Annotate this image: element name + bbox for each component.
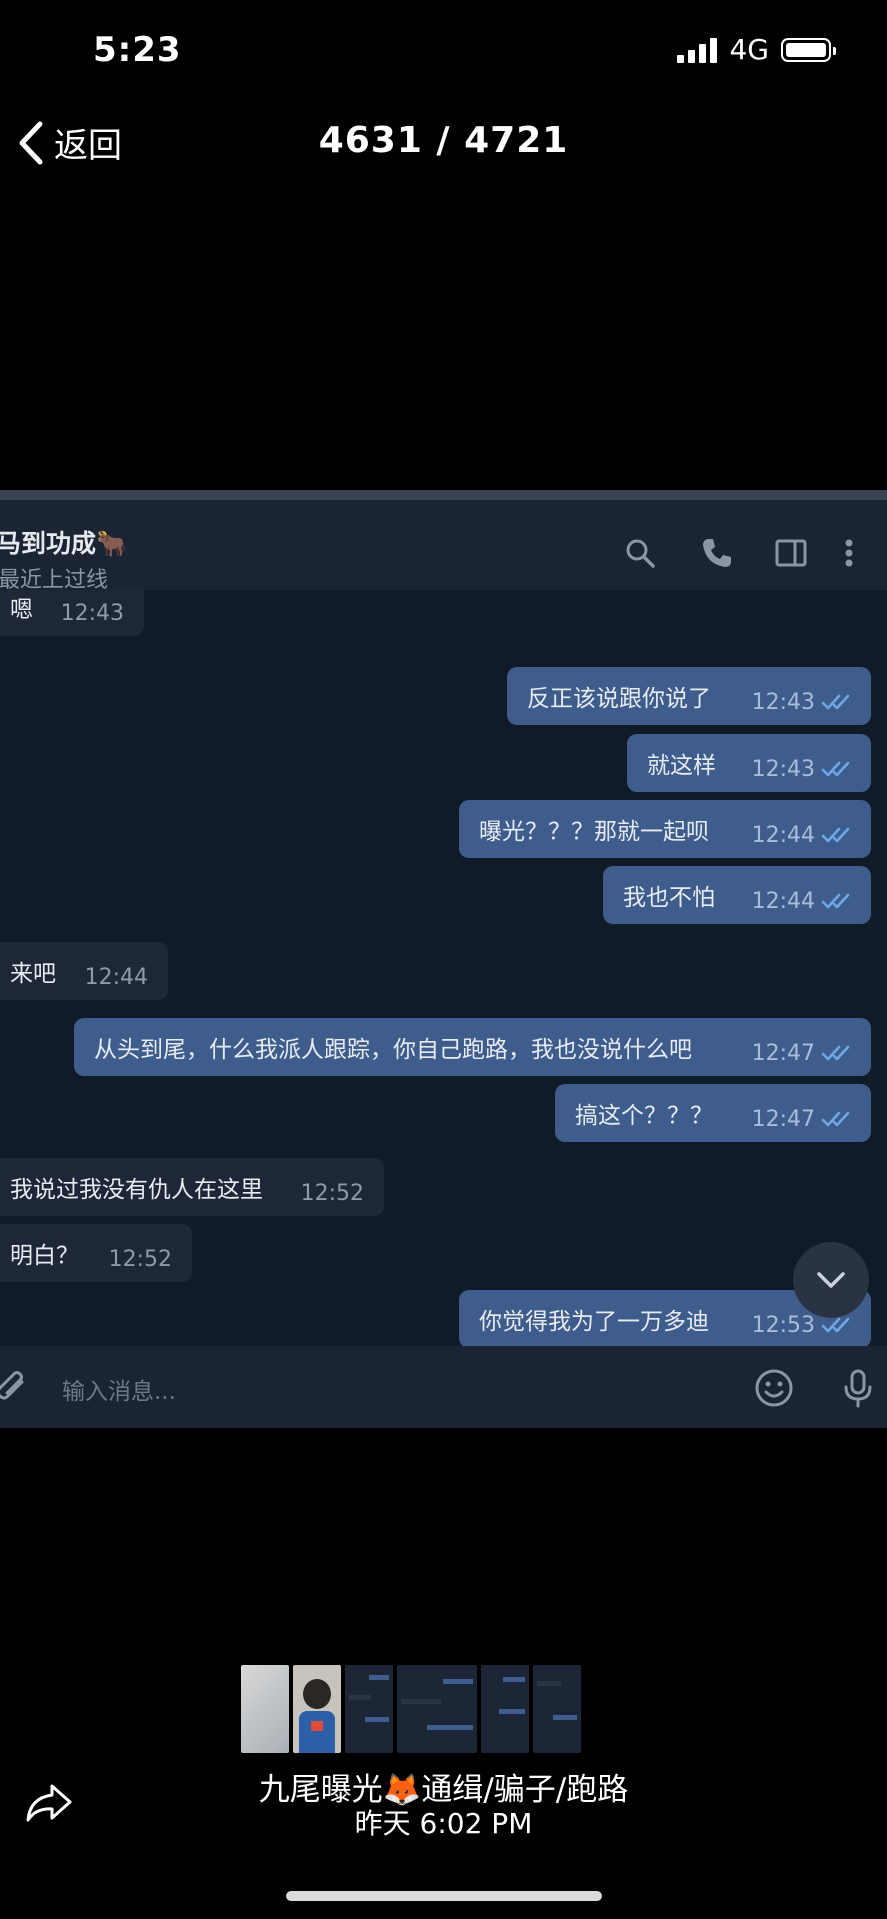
message-bubble[interactable]: 我说过我没有仇人在这里 12:52 (0, 1158, 384, 1216)
search-icon[interactable] (623, 536, 657, 570)
message-time: 12:52 (108, 1247, 172, 1272)
read-checkmarks-icon (821, 694, 850, 710)
divider (0, 490, 887, 500)
status-icons: 4G (677, 33, 836, 66)
message-time: 12:43 (60, 601, 124, 626)
message-text: 反正该说跟你说了 (527, 686, 711, 712)
message-time: 12:44 (84, 965, 148, 990)
message-time: 12:47 (751, 1107, 815, 1132)
read-checkmarks-icon (821, 893, 850, 909)
message-time: 12:43 (751, 690, 815, 715)
message-text: 来吧 (10, 961, 56, 987)
phone-icon[interactable] (700, 536, 734, 570)
message-bubble[interactable]: 曝光？？？那就一起呗 12:44 (459, 800, 871, 858)
read-checkmarks-icon (821, 1045, 850, 1061)
message-bubble[interactable]: 我也不怕 12:44 (603, 866, 871, 924)
album-date: 昨天 6:02 PM (354, 1807, 533, 1840)
thumbnail-strip[interactable] (241, 1665, 581, 1753)
message-bubble[interactable]: 从头到尾，什么我派人跟踪，你自己跑路，我也没说什么吧 12:47 (74, 1018, 871, 1076)
message-bubble[interactable]: 嗯 12:43 (0, 590, 144, 636)
message-text: 嗯 (10, 597, 33, 623)
share-icon[interactable] (24, 1780, 74, 1826)
read-checkmarks-icon (821, 1317, 850, 1333)
sidebar-toggle-icon[interactable] (774, 536, 808, 570)
message-time: 12:44 (751, 889, 815, 914)
thumbnail[interactable] (241, 1665, 289, 1753)
message-text: 曝光？？？那就一起呗 (479, 819, 709, 845)
message-time: 12:43 (751, 757, 815, 782)
message-time: 12:53 (751, 1313, 815, 1338)
attachment-icon[interactable] (0, 1368, 32, 1408)
emoji-icon[interactable] (754, 1368, 794, 1408)
signal-icon (677, 37, 718, 63)
thumbnail[interactable] (481, 1665, 529, 1753)
thumbnail[interactable] (397, 1665, 477, 1753)
message-list[interactable]: 嗯 12:43 反正该说跟你说了 12:43 就这样 12:43 曝光？？？那就… (0, 590, 887, 1346)
message-bubble[interactable]: 来吧 12:44 (0, 942, 168, 1000)
microphone-icon[interactable] (838, 1368, 878, 1408)
read-checkmarks-icon (821, 827, 850, 843)
message-time: 12:52 (300, 1181, 364, 1206)
more-options-icon[interactable] (841, 536, 857, 570)
battery-icon (781, 37, 836, 62)
message-text: 我说过我没有仇人在这里 (10, 1177, 263, 1203)
message-text: 从头到尾，什么我派人跟踪，你自己跑路，我也没说什么吧 (94, 1037, 692, 1063)
message-text: 你觉得我为了一万多迪 (479, 1309, 709, 1335)
message-text: 就这样 (647, 753, 716, 779)
message-bubble[interactable]: 明白？ 12:52 (0, 1224, 192, 1282)
photo-counter: 4631 / 4721 (318, 120, 569, 161)
message-bubble[interactable]: 就这样 12:43 (627, 734, 871, 792)
scroll-to-bottom-button[interactable] (793, 1242, 869, 1318)
message-text: 明白？ (10, 1243, 79, 1269)
message-input-bar: 输入消息... (0, 1346, 887, 1428)
message-bubble[interactable]: 搞这个？？？ 12:47 (555, 1084, 871, 1142)
read-checkmarks-icon (821, 761, 850, 777)
thumbnail[interactable] (293, 1665, 341, 1753)
chevron-down-icon (817, 1272, 845, 1288)
network-label: 4G (729, 33, 769, 66)
status-time: 5:23 (93, 30, 182, 70)
message-time: 12:44 (751, 823, 815, 848)
chat-contact-name: 马到功成🐂 (0, 529, 128, 558)
read-checkmarks-icon (821, 1111, 850, 1127)
photo-viewer-image[interactable]: 马到功成🐂 最近上过线 嗯 12:43 反正该说跟你说了 12:43 就这样 1… (0, 490, 887, 1428)
message-bubble[interactable]: 反正该说跟你说了 12:43 (507, 667, 871, 725)
message-time: 12:47 (751, 1041, 815, 1066)
home-indicator[interactable] (286, 1891, 602, 1901)
thumbnail[interactable] (533, 1665, 581, 1753)
message-text: 我也不怕 (623, 885, 715, 911)
chat-header: 马到功成🐂 最近上过线 (0, 500, 887, 593)
thumbnail[interactable] (345, 1665, 393, 1753)
message-text: 搞这个？？？ (575, 1103, 713, 1129)
message-input[interactable]: 输入消息... (62, 1372, 176, 1406)
